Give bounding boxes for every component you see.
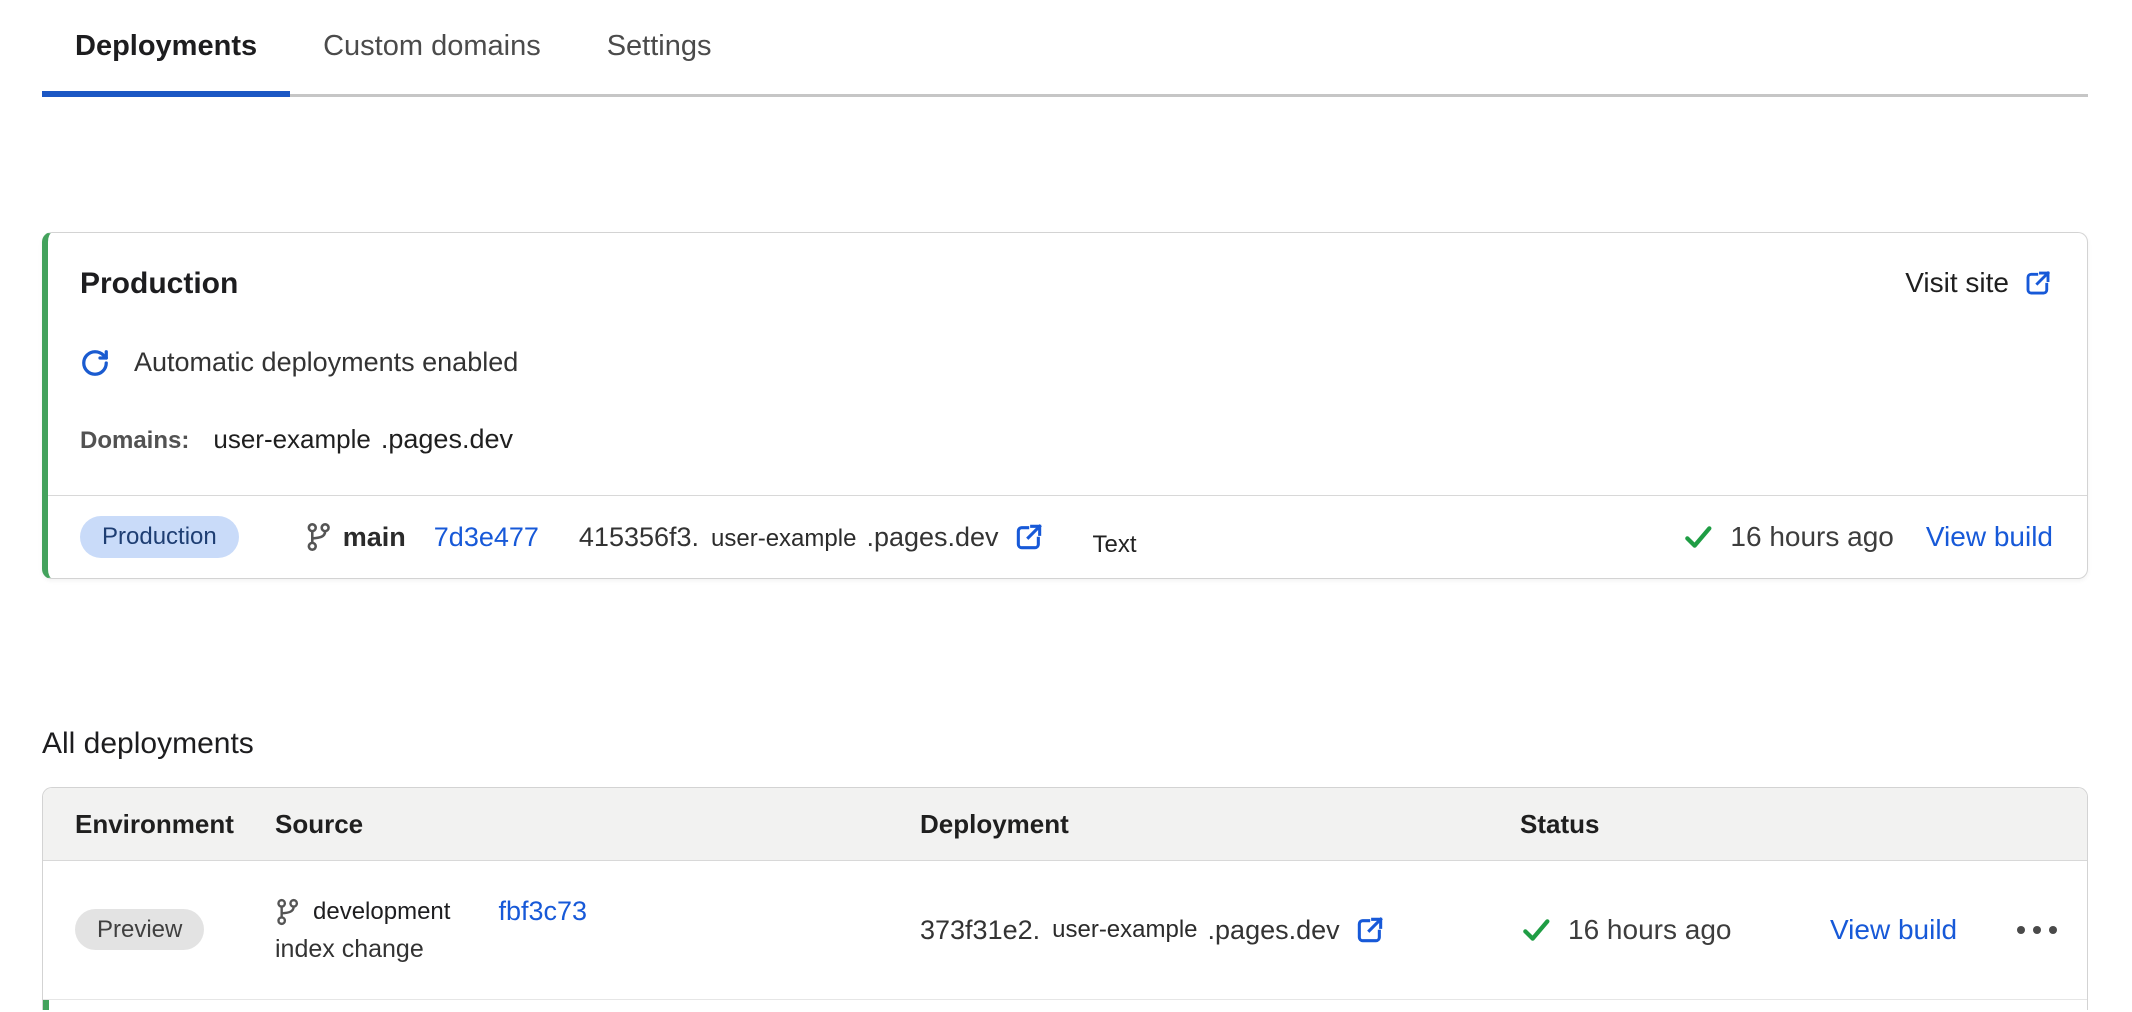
deployment-host-suffix: .pages.dev <box>1208 915 1340 946</box>
column-header-source: Source <box>275 809 920 840</box>
deployment-time: 16 hours ago <box>1730 521 1893 553</box>
git-branch-icon <box>275 898 299 926</box>
deployments-table: Environment Source Deployment Status Pre… <box>42 787 2088 1010</box>
deployment-host-name: user-example <box>711 525 856 552</box>
visit-site-label: Visit site <box>1905 267 2009 299</box>
environment-badge: Preview <box>75 909 204 950</box>
tab-settings[interactable]: Settings <box>574 28 745 94</box>
table-header-row: Environment Source Deployment Status <box>43 788 2087 861</box>
branch-name: development <box>313 898 450 926</box>
deployment-time: 16 hours ago <box>1568 914 1731 946</box>
column-header-deployment: Deployment <box>920 809 1520 840</box>
production-deployment-row[interactable]: Production main 7d3e477 415356f3. user-ex… <box>48 495 2087 578</box>
next-row-peek <box>43 1000 2087 1010</box>
deployment-host-suffix: .pages.dev <box>866 522 998 552</box>
commit-link[interactable]: 7d3e477 <box>434 522 539 553</box>
deployment-subdomain: 415356f3. <box>579 522 699 552</box>
deployment-subdomain: 373f31e2. <box>920 915 1040 946</box>
auto-deploy-text: Automatic deployments enabled <box>134 347 518 378</box>
commit-link[interactable]: fbf3c73 <box>498 896 587 927</box>
deployment-note: Text <box>1093 531 1137 559</box>
deployment-host-name: user-example <box>1052 916 1197 944</box>
status-cell: 16 hours ago <box>1520 914 1830 946</box>
external-link-icon <box>2023 268 2053 298</box>
tab-bar: Deployments Custom domains Settings <box>42 28 2088 97</box>
visit-site-link[interactable]: Visit site <box>1905 267 2053 299</box>
branch-name: main <box>343 522 406 553</box>
status-group: 16 hours ago View build <box>1682 521 2053 553</box>
refresh-icon <box>80 348 110 378</box>
production-info: Production Visit site Automat <box>48 233 2087 495</box>
source-cell: development fbf3c73 index change <box>275 896 920 964</box>
check-icon <box>1520 914 1552 946</box>
all-deployments-heading: All deployments <box>42 727 2132 761</box>
column-header-status: Status <box>1520 809 1830 840</box>
tab-deployments[interactable]: Deployments <box>42 28 290 94</box>
production-card: Production Visit site Automat <box>42 232 2088 579</box>
deployment-url: 373f31e2. user-example .pages.dev <box>920 914 1520 946</box>
production-title: Production <box>80 267 238 301</box>
view-build-link[interactable]: View build <box>1830 914 1957 945</box>
commit-message: index change <box>275 935 920 964</box>
external-link-icon[interactable] <box>1013 521 1045 553</box>
view-build-link[interactable]: View build <box>1926 521 2053 553</box>
more-menu-button[interactable] <box>2001 926 2057 934</box>
tab-custom-domains[interactable]: Custom domains <box>290 28 574 94</box>
environment-badge: Production <box>80 516 239 558</box>
deployment-url: 415356f3. user-example .pages.dev <box>579 522 999 553</box>
external-link-icon[interactable] <box>1354 914 1386 946</box>
ellipsis-icon <box>2033 926 2041 934</box>
domains-label: Domains: <box>80 427 189 455</box>
domain-suffix: .pages.dev <box>381 424 513 455</box>
check-icon <box>1682 521 1714 553</box>
column-header-environment: Environment <box>75 809 275 840</box>
git-branch-icon <box>305 522 331 552</box>
ellipsis-icon <box>2049 926 2057 934</box>
table-row[interactable]: Preview development fbf3c73 index change <box>43 861 2087 1000</box>
ellipsis-icon <box>2017 926 2025 934</box>
domain-name: user-example <box>213 424 371 455</box>
